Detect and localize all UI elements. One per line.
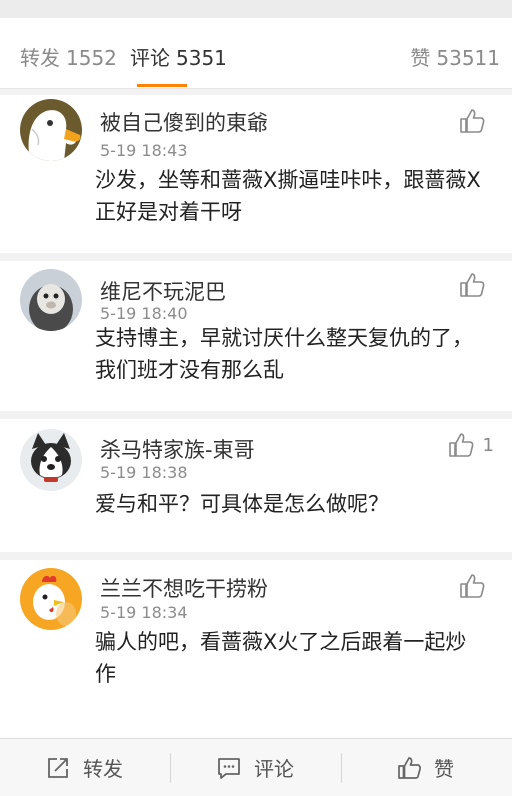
like-button[interactable] [458,107,494,135]
divider [0,411,512,419]
comment-username[interactable]: 杀马特家族-東哥 [100,434,255,464]
tab-repost-count: 1552 [66,46,117,70]
divider [0,552,512,560]
like-count: 1 [482,434,494,456]
divider [341,753,342,783]
comment-text: 爱与和平？可具体是怎么做呢？ [95,492,389,516]
tab-comment[interactable]: 评论 5351 [130,42,227,71]
status-strip [0,0,512,18]
active-tab-indicator [137,84,187,87]
rooster-avatar-icon[interactable] [20,568,82,630]
bottom-action-bar: 转发 评论 赞 [0,738,512,796]
like-button[interactable] [458,271,494,299]
tab-like-count: 53511 [436,46,500,70]
comment-username[interactable]: 维尼不玩泥巴 [100,276,226,306]
tab-repost[interactable]: 转发 1552 [20,42,117,71]
thumbs-up-icon [460,273,485,297]
comment-item: 维尼不玩泥巴 5-19 18:40 支持博主，早就讨厌什么整天复仇的了，我们班才… [0,261,512,411]
comment-button[interactable]: 评论 [216,739,294,796]
comment-username[interactable]: 被自己傻到的東爺 [100,107,268,137]
comment-label: 评论 [254,757,294,781]
duck-avatar-icon[interactable] [20,99,82,161]
share-icon [48,757,68,778]
thumbs-up-icon [448,433,473,457]
comment-time: 5-19 18:40 [100,304,188,323]
tab-comment-label: 评论 [130,46,170,70]
comment-icon [218,757,240,779]
thumbs-up-icon [460,109,485,133]
divider [170,753,171,783]
like-button[interactable] [458,572,494,600]
like-button[interactable]: 赞 [396,739,454,796]
husky-avatar-icon[interactable] [20,429,82,491]
comment-username[interactable]: 兰兰不想吃干捞粉 [100,573,268,603]
comment-time: 5-19 18:34 [100,603,188,622]
comment-text: 支持博主，早就讨厌什么整天复仇的了，我们班才没有那么乱 [95,326,473,382]
comment-text: 沙发，坐等和蔷薇X撕逼哇咔咔，跟蔷薇X正好是对着干呀 [95,168,481,224]
comment-time: 5-19 18:38 [100,463,188,482]
tab-comment-count: 5351 [176,46,227,70]
comment-text: 骗人的吧，看蔷薇X火了之后跟着一起炒作 [95,630,467,686]
divider [0,253,512,261]
comment-item: 被自己傻到的東爺 5-19 18:43 沙发，坐等和蔷薇X撕逼哇咔咔，跟蔷薇X正… [0,95,512,253]
comment-time: 5-19 18:43 [100,141,188,160]
comment-item: 杀马特家族-東哥 5-19 18:38 爱与和平？可具体是怎么做呢？ 1 [0,419,512,552]
tab-repost-label: 转发 [20,46,60,70]
like-label: 赞 [434,757,454,781]
thumbs-up-icon [460,574,485,598]
monkey-avatar-icon[interactable] [20,269,82,331]
repost-button[interactable]: 转发 [45,739,123,796]
tab-bar: 转发 1552 评论 5351 赞 53511 [0,18,512,89]
comment-item: 兰兰不想吃干捞粉 5-19 18:34 骗人的吧，看蔷薇X火了之后跟着一起炒作 [0,560,512,738]
thumbs-up-icon [398,756,421,779]
tab-like-label: 赞 [410,46,431,70]
tab-like[interactable]: 赞 53511 [410,42,500,71]
repost-label: 转发 [83,757,123,781]
like-button[interactable]: 1 [447,431,494,459]
